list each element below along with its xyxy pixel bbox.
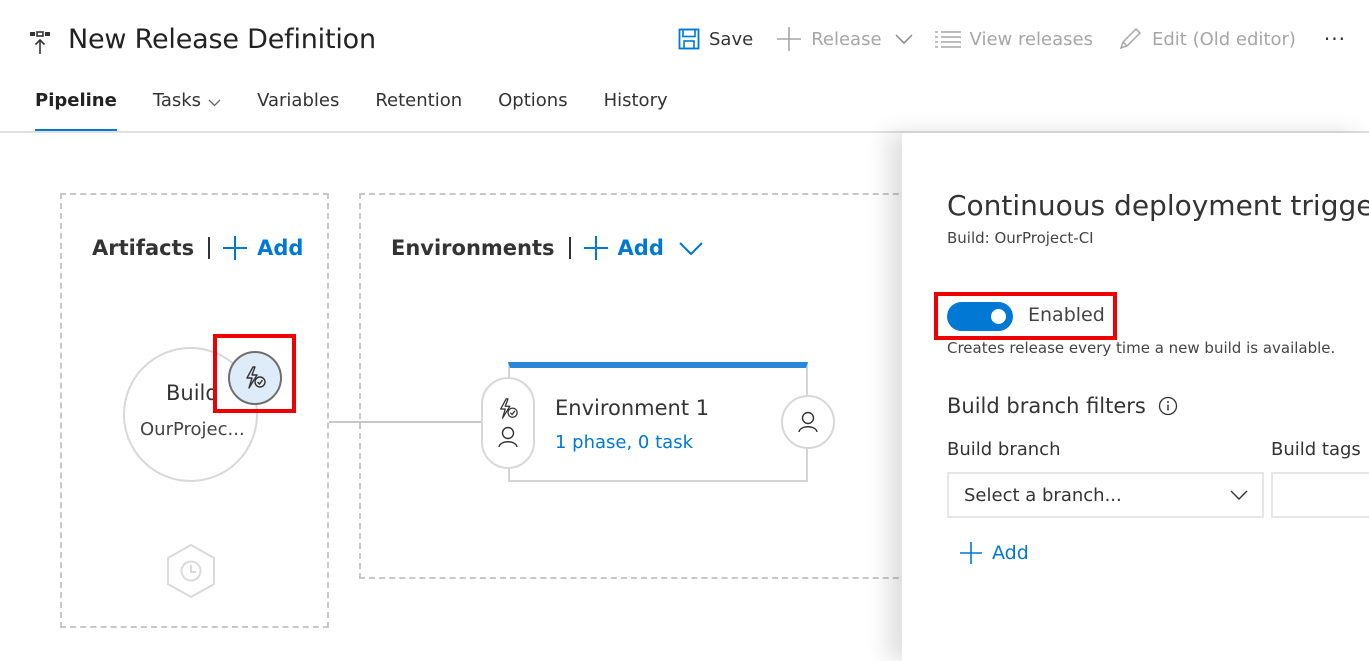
add-environment-label: Add [617,236,664,260]
chevron-down-icon [208,99,221,107]
environment-name: Environment 1 [555,396,710,420]
edit-old-editor-button[interactable]: Edit (Old editor) [1117,26,1296,52]
tab-options[interactable]: Options [498,88,567,132]
tab-label: Options [498,90,568,111]
branch-filters-heading: Build branch filters [947,394,1178,418]
plus-icon [777,27,802,51]
tab-bar: Pipeline Tasks Variables Retention Optio… [35,88,704,132]
plus-icon [583,236,608,260]
add-environment-button[interactable]: Add [583,235,703,261]
tab-label: Variables [257,90,340,111]
add-branch-filter-label: Add [992,542,1029,564]
toggle-description: Creates release every time a new build i… [947,339,1336,357]
tab-tasks[interactable]: Tasks [153,88,221,132]
view-releases-label: View releases [969,28,1093,50]
environments-heading: Environments [391,236,555,260]
plus-icon [223,236,248,260]
build-tags-label: Build tags [1271,439,1361,460]
lightning-check-icon [246,366,266,389]
view-releases-button[interactable]: View releases [934,28,1093,50]
header-separator [568,237,571,259]
tab-label: History [603,90,668,111]
chevron-down-icon [679,241,703,255]
more-icon: ··· [1323,27,1346,51]
edit-old-editor-label: Edit (Old editor) [1151,28,1296,50]
release-label: Release [811,28,882,50]
tab-label: Pipeline [35,90,117,111]
chevron-down-icon [1230,490,1248,500]
build-branch-label: Build branch [947,439,1061,460]
save-button[interactable]: Save [678,28,753,50]
release-definition-icon [30,31,50,54]
branch-filters-title: Build branch filters [947,394,1146,418]
environments-header: Environments Add [391,235,703,261]
chevron-down-icon [895,34,913,44]
artifact-source: OurProjec... [140,419,245,440]
toggle-label: Enabled [1028,304,1105,326]
tab-variables[interactable]: Variables [257,88,339,132]
tab-retention[interactable]: Retention [375,88,462,132]
tab-label: Retention [375,90,463,111]
panel-subtitle: Build: OurProject-CI [947,229,1094,247]
add-artifact-label: Add [257,236,304,260]
info-icon[interactable] [1158,396,1178,416]
environment-phase-link[interactable]: 1 phase, 0 task [555,432,693,453]
artifacts-heading: Artifacts [92,236,195,260]
artifacts-header: Artifacts Add [92,235,303,261]
pre-deployment-conditions-button[interactable] [481,377,535,469]
continuous-deployment-trigger-button[interactable] [228,351,282,405]
page-title: New Release Definition [68,24,376,55]
tab-history[interactable]: History [604,88,668,132]
build-branch-select[interactable]: Select a branch... [947,472,1264,518]
toolbar: Save Release View releases Edit (Old edi… [678,24,1346,54]
build-tags-input[interactable] [1271,472,1369,518]
release-button[interactable]: Release [776,26,913,52]
add-branch-filter-button[interactable]: Add [959,541,1029,565]
branch-select-value: Select a branch... [964,484,1122,506]
list-icon [934,31,961,48]
save-icon [678,28,700,50]
enabled-toggle[interactable] [947,302,1013,331]
more-options-button[interactable]: ··· [1324,27,1346,51]
save-label: Save [709,28,754,50]
tab-label: Tasks [152,90,202,111]
lightning-check-icon [500,398,518,419]
pipeline-connector [329,421,482,423]
panel-title: Continuous deployment trigger [947,189,1369,222]
add-artifact-button[interactable]: Add [222,235,303,261]
artifact-name: Build [166,381,219,405]
person-icon [798,411,818,433]
header-separator [208,237,211,259]
tab-pipeline[interactable]: Pipeline [35,88,117,132]
post-deployment-conditions-button[interactable] [781,395,835,449]
pencil-icon [1119,27,1142,50]
continuous-deployment-trigger-panel: Continuous deployment trigger Build: Our… [902,133,1369,661]
person-icon [498,426,518,448]
plus-icon [960,542,982,564]
environment-card[interactable] [508,362,808,482]
schedule-trigger-icon[interactable] [166,543,216,599]
